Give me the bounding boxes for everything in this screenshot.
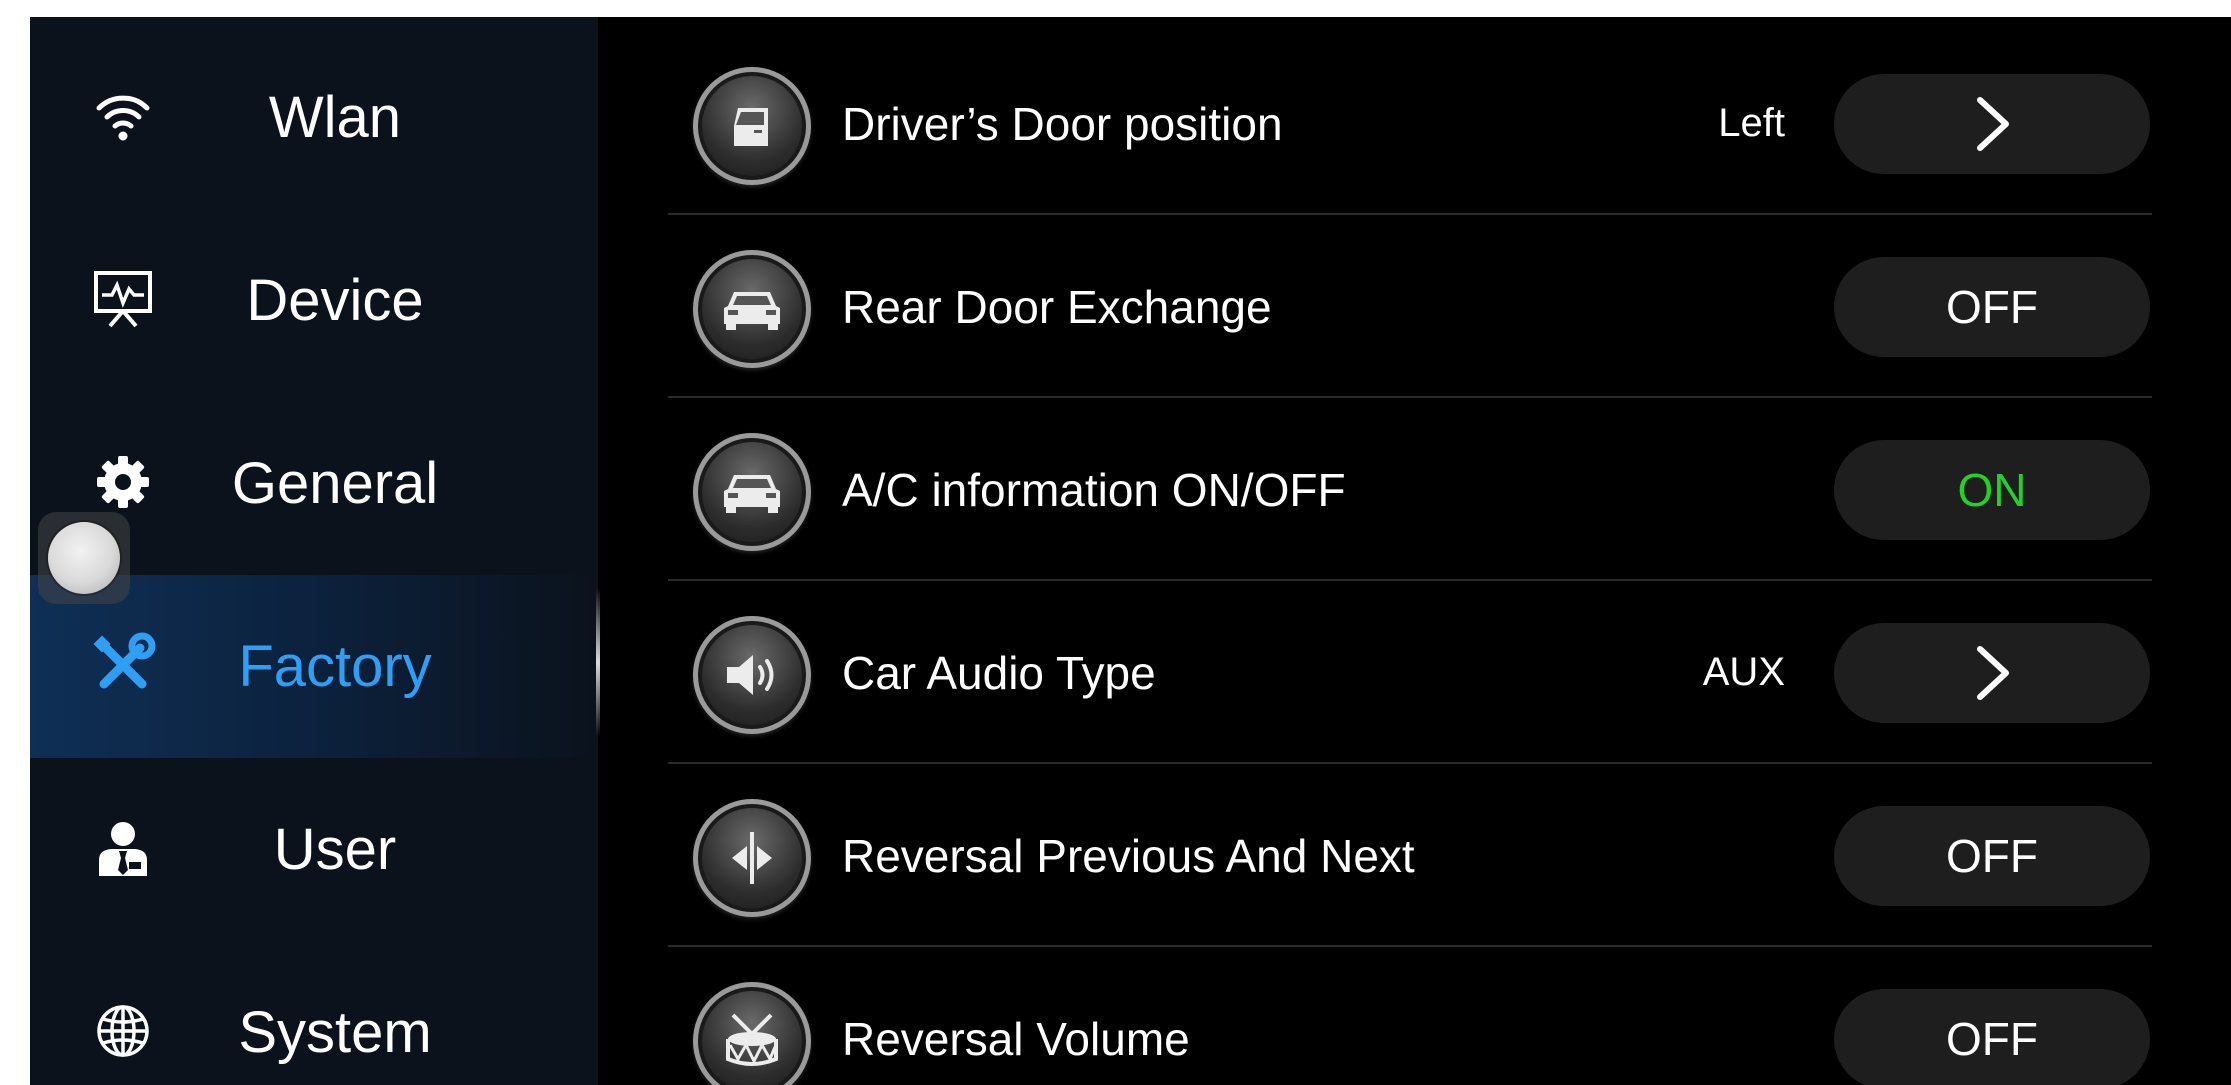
- setting-row-ac-information[interactable]: A/C information ON/OFF ON: [598, 398, 2231, 581]
- setting-row-rear-door-exchange[interactable]: Rear Door Exchange OFF: [598, 215, 2231, 398]
- sidebar-item-user[interactable]: User: [30, 758, 598, 941]
- chevron-right-icon: [1977, 97, 2009, 151]
- setting-row-reversal-previous-next[interactable]: Reversal Previous And Next OFF: [598, 764, 2231, 947]
- sidebar-item-label: General: [231, 451, 439, 516]
- settings-list: Driver’s Door position Left Rear Door Ex…: [598, 17, 2231, 1085]
- sidebar-item-label: Factory: [238, 634, 432, 699]
- car-icon: [693, 250, 811, 368]
- screen: Wlan Device General Factory User System …: [30, 17, 2231, 1085]
- setting-row-car-audio-type[interactable]: Car Audio Type AUX: [598, 581, 2231, 764]
- wifi-icon: [88, 81, 158, 151]
- speaker-icon: [693, 616, 811, 734]
- reversal-volume-toggle[interactable]: OFF: [1834, 989, 2150, 1085]
- chevron-right-button[interactable]: [1834, 74, 2150, 174]
- setting-row-drivers-door-position[interactable]: Driver’s Door position Left: [598, 32, 2231, 215]
- setting-value: AUX: [1702, 650, 1785, 694]
- gear-icon: [88, 447, 158, 517]
- setting-label: A/C information ON/OFF: [842, 463, 1346, 516]
- sidebar-item-label: System: [238, 1000, 432, 1065]
- prev-next-icon: [693, 799, 811, 917]
- reversal-previous-next-toggle[interactable]: OFF: [1834, 806, 2150, 906]
- sidebar-item-label: Device: [246, 268, 424, 333]
- rear-door-exchange-toggle[interactable]: OFF: [1834, 257, 2150, 357]
- setting-label: Rear Door Exchange: [842, 280, 1272, 333]
- door-icon: [693, 67, 811, 185]
- setting-row-reversal-volume[interactable]: Reversal Volume OFF: [598, 947, 2231, 1085]
- sidebar-item-label: Wlan: [268, 85, 402, 150]
- chevron-right-button[interactable]: [1834, 623, 2150, 723]
- setting-label: Reversal Volume: [842, 1012, 1190, 1065]
- setting-label: Car Audio Type: [842, 646, 1156, 699]
- setting-label: Driver’s Door position: [842, 97, 1283, 150]
- device-monitor-icon: [88, 264, 158, 334]
- globe-icon: [88, 996, 158, 1066]
- user-icon: [88, 813, 158, 883]
- assistive-touch-button[interactable]: [38, 512, 130, 604]
- sidebar-item-device[interactable]: Device: [30, 209, 598, 392]
- drum-icon: [693, 982, 811, 1085]
- sidebar-item-wlan[interactable]: Wlan: [30, 26, 598, 209]
- wrench-screwdriver-icon: [88, 630, 158, 700]
- sidebar-item-system[interactable]: System: [30, 941, 598, 1085]
- sidebar: Wlan Device General Factory User System: [30, 17, 600, 1085]
- setting-label: Reversal Previous And Next: [842, 829, 1415, 882]
- car-icon: [693, 433, 811, 551]
- sidebar-item-label: User: [273, 817, 397, 882]
- ac-information-toggle[interactable]: ON: [1834, 440, 2150, 540]
- chevron-right-icon: [1977, 646, 2009, 700]
- setting-value: Left: [1718, 101, 1785, 145]
